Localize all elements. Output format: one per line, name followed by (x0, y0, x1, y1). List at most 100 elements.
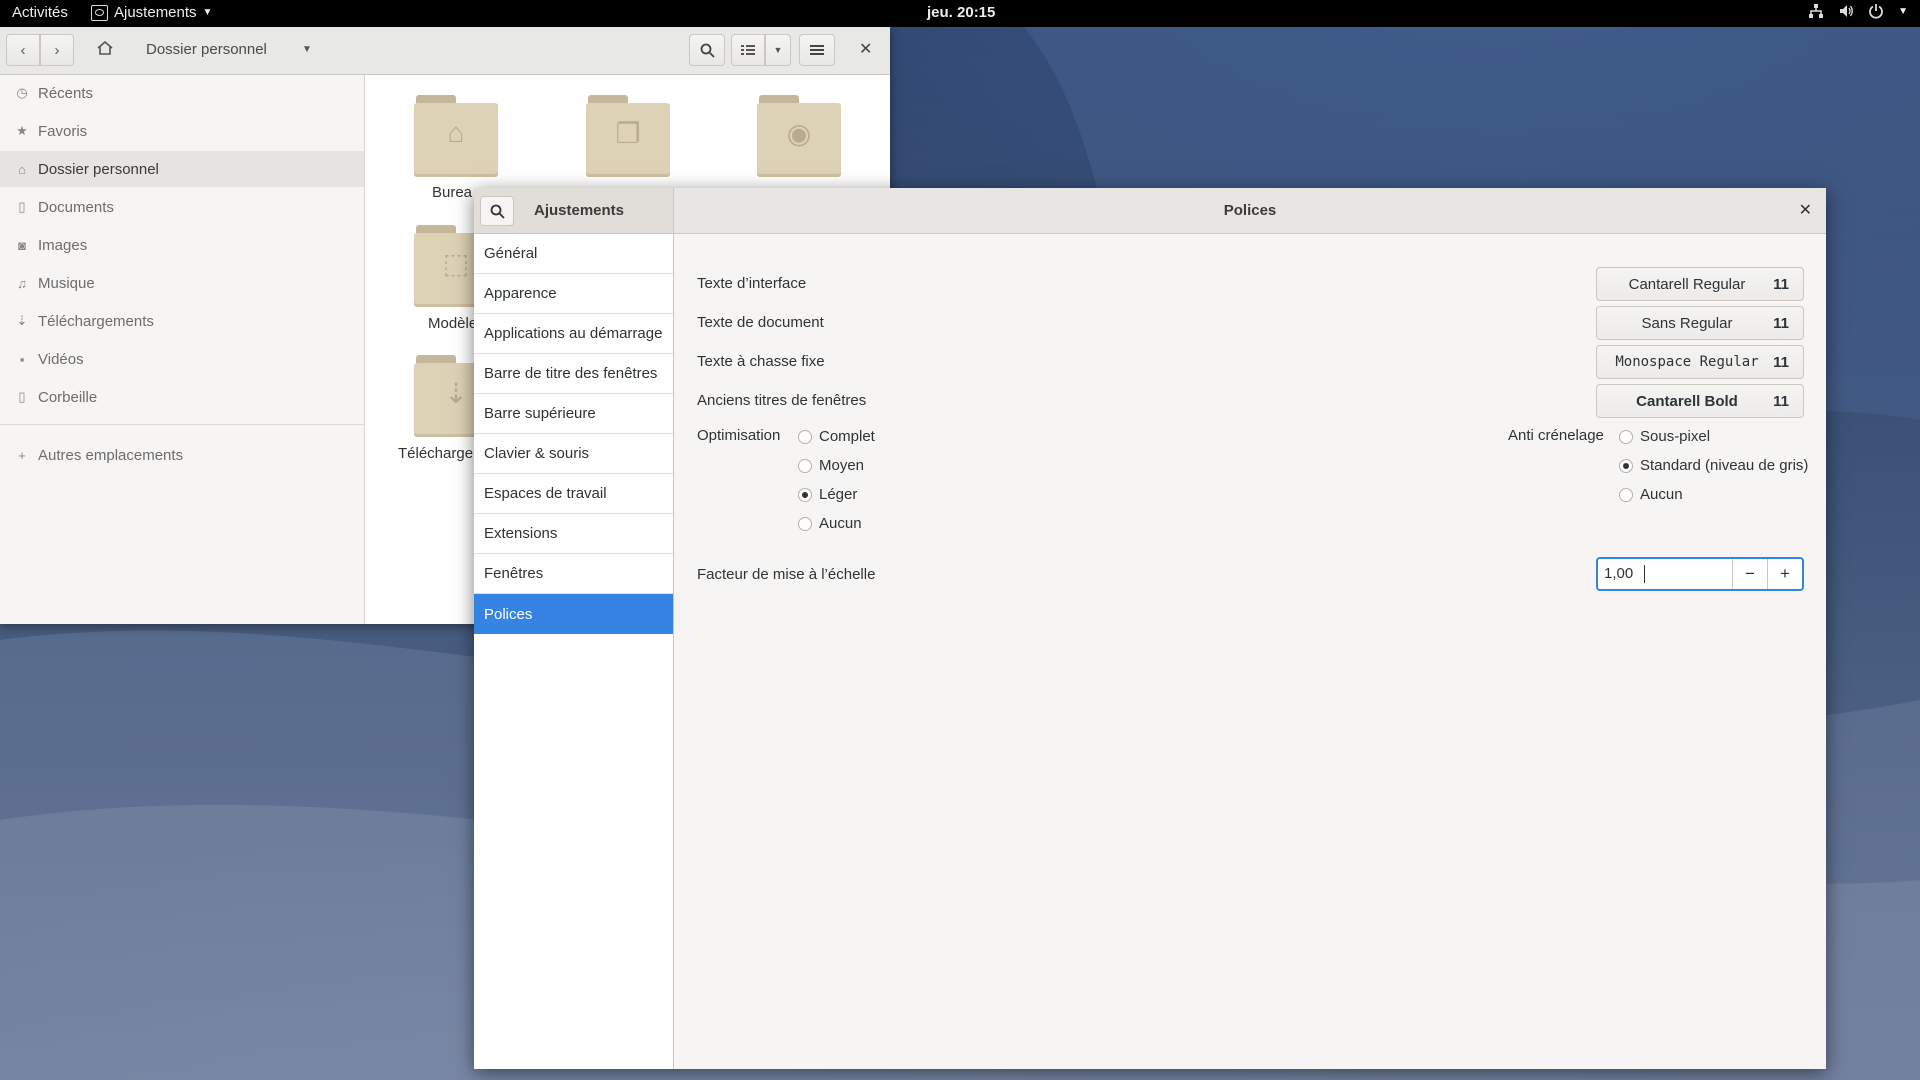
radio-indicator[interactable] (1619, 458, 1633, 473)
search-icon (700, 43, 715, 58)
sidebar-item-3[interactable]: Barre de titre des fenêtres (474, 354, 673, 394)
sidebar-item-0[interactable]: Général (474, 234, 673, 274)
folder-documents[interactable]: ❐ (586, 95, 670, 177)
folder-label: Burea (432, 184, 473, 201)
sidebar-item-8[interactable]: Fenêtres (474, 554, 673, 594)
clock-icon: ◷ (16, 85, 28, 100)
font-chooser-button[interactable]: Sans Regular 11 (1596, 306, 1804, 340)
font-row-label: Texte à chasse fixe (697, 353, 825, 370)
chevron-down-icon[interactable]: ▼ (302, 44, 312, 55)
hinting-label: Optimisation (697, 427, 781, 444)
sidebar-item-label: Vidéos (38, 350, 84, 368)
radio-indicator[interactable] (798, 458, 812, 473)
radio-label: Complet (819, 428, 875, 445)
radio-label: Aucun (1640, 486, 1683, 503)
close-icon[interactable]: ✕ (859, 39, 872, 59)
radio-indicator[interactable] (798, 487, 812, 502)
sidebar-item-label: Espaces de travail (484, 485, 607, 502)
sidebar-item-label: Corbeille (38, 388, 98, 406)
font-row-label: Texte de document (697, 314, 824, 331)
sidebar-item-label: Favoris (38, 122, 88, 140)
search-button[interactable] (480, 196, 514, 226)
sidebar-item-1[interactable]: ★ Favoris (0, 113, 364, 149)
sidebar-item-5[interactable]: ♫ Musique (0, 265, 364, 301)
hinting-radio-2[interactable]: Léger (798, 486, 857, 503)
sidebar-item-label: Musique (38, 274, 95, 292)
app-menu[interactable]: Ajustements ▼ (91, 4, 212, 21)
folder-label: Modèle (428, 315, 478, 332)
view-options-button[interactable]: ▼ (765, 34, 791, 66)
document-icon: ❐ (615, 118, 641, 149)
sidebar-item-label: Général (484, 245, 538, 262)
back-button[interactable]: ‹ (6, 34, 40, 66)
font-size: 11 (1773, 354, 1789, 371)
activities-button[interactable]: Activités (12, 4, 68, 21)
font-name: Sans Regular (1641, 315, 1733, 332)
sidebar-item-0[interactable]: ◷ Récents (0, 75, 364, 111)
font-size: 11 (1773, 393, 1789, 410)
font-chooser-button[interactable]: Cantarell Regular 11 (1596, 267, 1804, 301)
scaling-factor-spinbutton[interactable]: 1,00 − + (1596, 557, 1804, 591)
search-icon (490, 204, 505, 219)
font-row-label: Texte d’interface (697, 275, 807, 292)
chevron-left-icon: ‹ (20, 41, 26, 59)
radio-indicator[interactable] (1619, 429, 1633, 444)
sidebar-item-3[interactable]: ▯ Documents (0, 189, 364, 225)
folder-images[interactable]: ◉ (757, 95, 841, 177)
star-icon: ★ (16, 123, 28, 138)
minus-icon: − (1745, 564, 1755, 583)
antialiasing-radio-2[interactable]: Aucun (1619, 486, 1683, 503)
sidebar-item-6[interactable]: Espaces de travail (474, 474, 673, 514)
close-icon[interactable]: ✕ (1799, 200, 1812, 220)
sidebar-item-5[interactable]: Clavier & souris (474, 434, 673, 474)
sidebar-item-label: Apparence (484, 285, 557, 302)
font-chooser-button[interactable]: Monospace Regular 11 (1596, 345, 1804, 379)
list-icon (741, 45, 755, 55)
scaling-factor-label: Facteur de mise à l’échelle (697, 566, 876, 583)
forward-button[interactable]: › (40, 34, 74, 66)
hinting-radio-1[interactable]: Moyen (798, 457, 864, 474)
page-title: Polices (1223, 202, 1277, 219)
sidebar-item-7[interactable]: ▪ Vidéos (0, 341, 364, 377)
clock[interactable]: jeu. 20:15 (927, 4, 995, 21)
radio-indicator[interactable] (798, 516, 812, 531)
antialiasing-radio-0[interactable]: Sous-pixel (1619, 428, 1710, 445)
sidebar-item-2[interactable]: Applications au démarrage (474, 314, 673, 354)
sidebar-item-other-locations[interactable]: + Autres emplacements (0, 437, 364, 473)
sidebar-item-4[interactable]: Barre supérieure (474, 394, 673, 434)
sidebar-item-2[interactable]: ⌂ Dossier personnel (0, 151, 364, 187)
view-list-button[interactable] (731, 34, 765, 66)
scaling-factor-value[interactable]: 1,00 (1604, 565, 1633, 582)
sidebar-item-8[interactable]: ▯ Corbeille (0, 379, 364, 415)
font-chooser-button[interactable]: Cantarell Bold 11 (1596, 384, 1804, 418)
system-tray[interactable]: ▼ (1808, 3, 1908, 19)
radio-indicator[interactable] (1619, 487, 1633, 502)
tweaks-window: Ajustements Polices ✕ Général Apparence Ap… (474, 188, 1826, 1069)
search-button[interactable] (689, 34, 725, 66)
hinting-radio-3[interactable]: Aucun (798, 515, 862, 532)
radio-indicator[interactable] (798, 429, 812, 444)
text-cursor (1644, 565, 1645, 583)
sidebar-item-label: Images (38, 236, 88, 254)
sidebar-item-label: Téléchargements (38, 312, 154, 330)
sidebar-item-1[interactable]: Apparence (474, 274, 673, 314)
sidebar-item-4[interactable]: ◙ Images (0, 227, 364, 263)
menu-button[interactable] (799, 34, 835, 66)
path-bar-label[interactable]: Dossier personnel (146, 41, 267, 58)
network-icon (1809, 4, 1824, 18)
decrement-button[interactable]: − (1732, 559, 1767, 589)
document-icon: ▯ (18, 199, 26, 214)
tweaks-headerbar: Polices ✕ (674, 188, 1826, 234)
sidebar-item-7[interactable]: Extensions (474, 514, 673, 554)
camera-icon: ◙ (18, 237, 26, 253)
chevron-down-icon: ▼ (773, 45, 783, 55)
antialiasing-radio-1[interactable]: Standard (niveau de gris) (1619, 457, 1808, 474)
sidebar-item-6[interactable]: ⇣ Téléchargements (0, 303, 364, 339)
sidebar-item-label: Récents (38, 84, 94, 102)
plus-icon: + (1780, 564, 1790, 583)
sidebar-item-9[interactable]: Polices (474, 594, 673, 634)
folder-desktop[interactable]: ⌂ (414, 95, 498, 177)
hinting-radio-0[interactable]: Complet (798, 428, 875, 445)
home-icon[interactable] (96, 40, 114, 61)
increment-button[interactable]: + (1767, 559, 1802, 589)
